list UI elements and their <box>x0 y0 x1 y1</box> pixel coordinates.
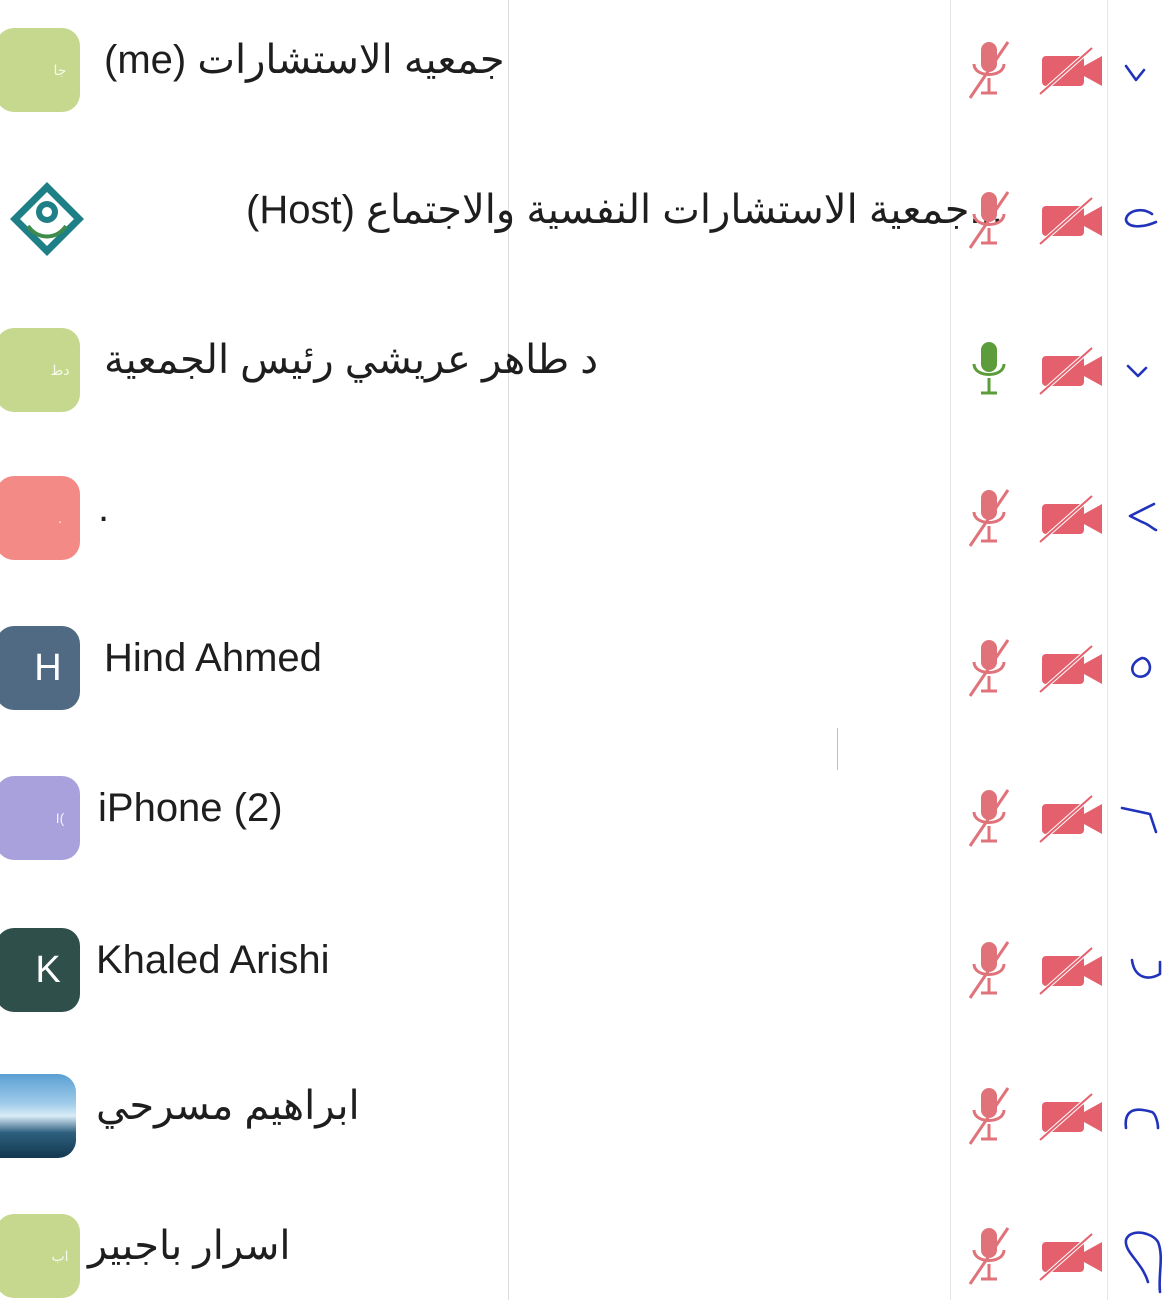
participant-name: ابراهيم مسرحي <box>96 1084 360 1128</box>
participant-row[interactable]: جا (me) جمعيه الاستشارات <box>0 0 1176 120</box>
participant-name: اسرار باجبير <box>88 1224 291 1268</box>
camera-off-icon[interactable] <box>1038 792 1110 844</box>
participant-row[interactable]: .. <box>0 448 1176 568</box>
handwritten-number-mark <box>1112 926 1172 996</box>
participant-row[interactable]: K Khaled Arishi <box>0 900 1176 1020</box>
handwritten-number-mark <box>1112 474 1172 544</box>
avatar-initials: دط <box>50 361 70 378</box>
participant-row[interactable]: دط د طاهر عريشي رئيس الجمعية <box>0 300 1176 420</box>
camera-off-icon[interactable] <box>1038 344 1110 396</box>
handwritten-number-mark <box>1112 176 1172 246</box>
handwritten-number-mark <box>1112 774 1172 844</box>
participant-list: جا (me) جمعيه الاستشارات (Host) جمعية الاس… <box>0 0 1176 1300</box>
handwritten-number-mark <box>1112 624 1172 694</box>
participant-name: iPhone (2) <box>98 786 283 830</box>
participant-name: (me) جمعيه الاستشارات <box>104 38 505 82</box>
avatar: H <box>0 626 80 710</box>
camera-off-icon[interactable] <box>1038 944 1110 996</box>
host-logo-avatar <box>8 180 86 258</box>
avatar: I( <box>0 776 80 860</box>
participant-row[interactable]: ابراهيم مسرحي <box>0 1046 1176 1166</box>
camera-off-icon[interactable] <box>1038 44 1110 96</box>
camera-off-icon[interactable] <box>1038 194 1110 246</box>
participant-row[interactable]: اب اسرار باجبير <box>0 1186 1176 1306</box>
handwritten-number-mark <box>1112 326 1172 396</box>
participant-name: Khaled Arishi <box>96 938 330 982</box>
handwritten-number-mark <box>1112 26 1172 96</box>
handwritten-number-mark <box>1112 1212 1172 1294</box>
avatar-initials: K <box>35 948 61 991</box>
participant-row[interactable]: I( iPhone (2) <box>0 748 1176 868</box>
microphone-muted-icon[interactable] <box>964 1224 1014 1288</box>
participant-name: . <box>98 486 110 530</box>
participant-row[interactable]: (Host) جمعية الاستشارات النفسية والاجتما… <box>0 150 1176 270</box>
avatar: K <box>0 928 80 1012</box>
participant-name: د طاهر عريشي رئيس الجمعية <box>104 338 599 382</box>
participant-row[interactable]: H Hind Ahmed <box>0 598 1176 718</box>
avatar-initials: . <box>58 510 62 526</box>
avatar-initials: H <box>34 646 62 689</box>
camera-off-icon[interactable] <box>1038 1230 1110 1282</box>
avatar-initials: جا <box>53 61 67 78</box>
participant-name: (Host) جمعية الاستشارات النفسية والاجتما… <box>246 188 1003 232</box>
avatar-initials: I( <box>55 810 65 826</box>
participant-name: Hind Ahmed <box>104 636 322 680</box>
camera-off-icon[interactable] <box>1038 642 1110 694</box>
camera-off-icon[interactable] <box>1038 492 1110 544</box>
avatar-initials: اب <box>51 1247 69 1264</box>
avatar: اب <box>0 1214 80 1298</box>
microphone-muted-icon[interactable] <box>964 786 1014 850</box>
camera-off-icon[interactable] <box>1038 1090 1110 1142</box>
microphone-muted-icon[interactable] <box>964 1084 1014 1148</box>
microphone-muted-icon[interactable] <box>964 486 1014 550</box>
handwritten-number-mark <box>1112 1072 1172 1142</box>
microphone-muted-icon[interactable] <box>964 636 1014 700</box>
microphone-muted-icon[interactable] <box>964 938 1014 1002</box>
avatar: دط <box>0 328 80 412</box>
microphone-muted-icon[interactable] <box>964 188 1014 252</box>
microphone-muted-icon[interactable] <box>964 38 1014 102</box>
photo-avatar <box>0 1074 76 1158</box>
avatar: . <box>0 476 80 560</box>
avatar: جا <box>0 28 80 112</box>
microphone-icon[interactable] <box>964 338 1014 402</box>
